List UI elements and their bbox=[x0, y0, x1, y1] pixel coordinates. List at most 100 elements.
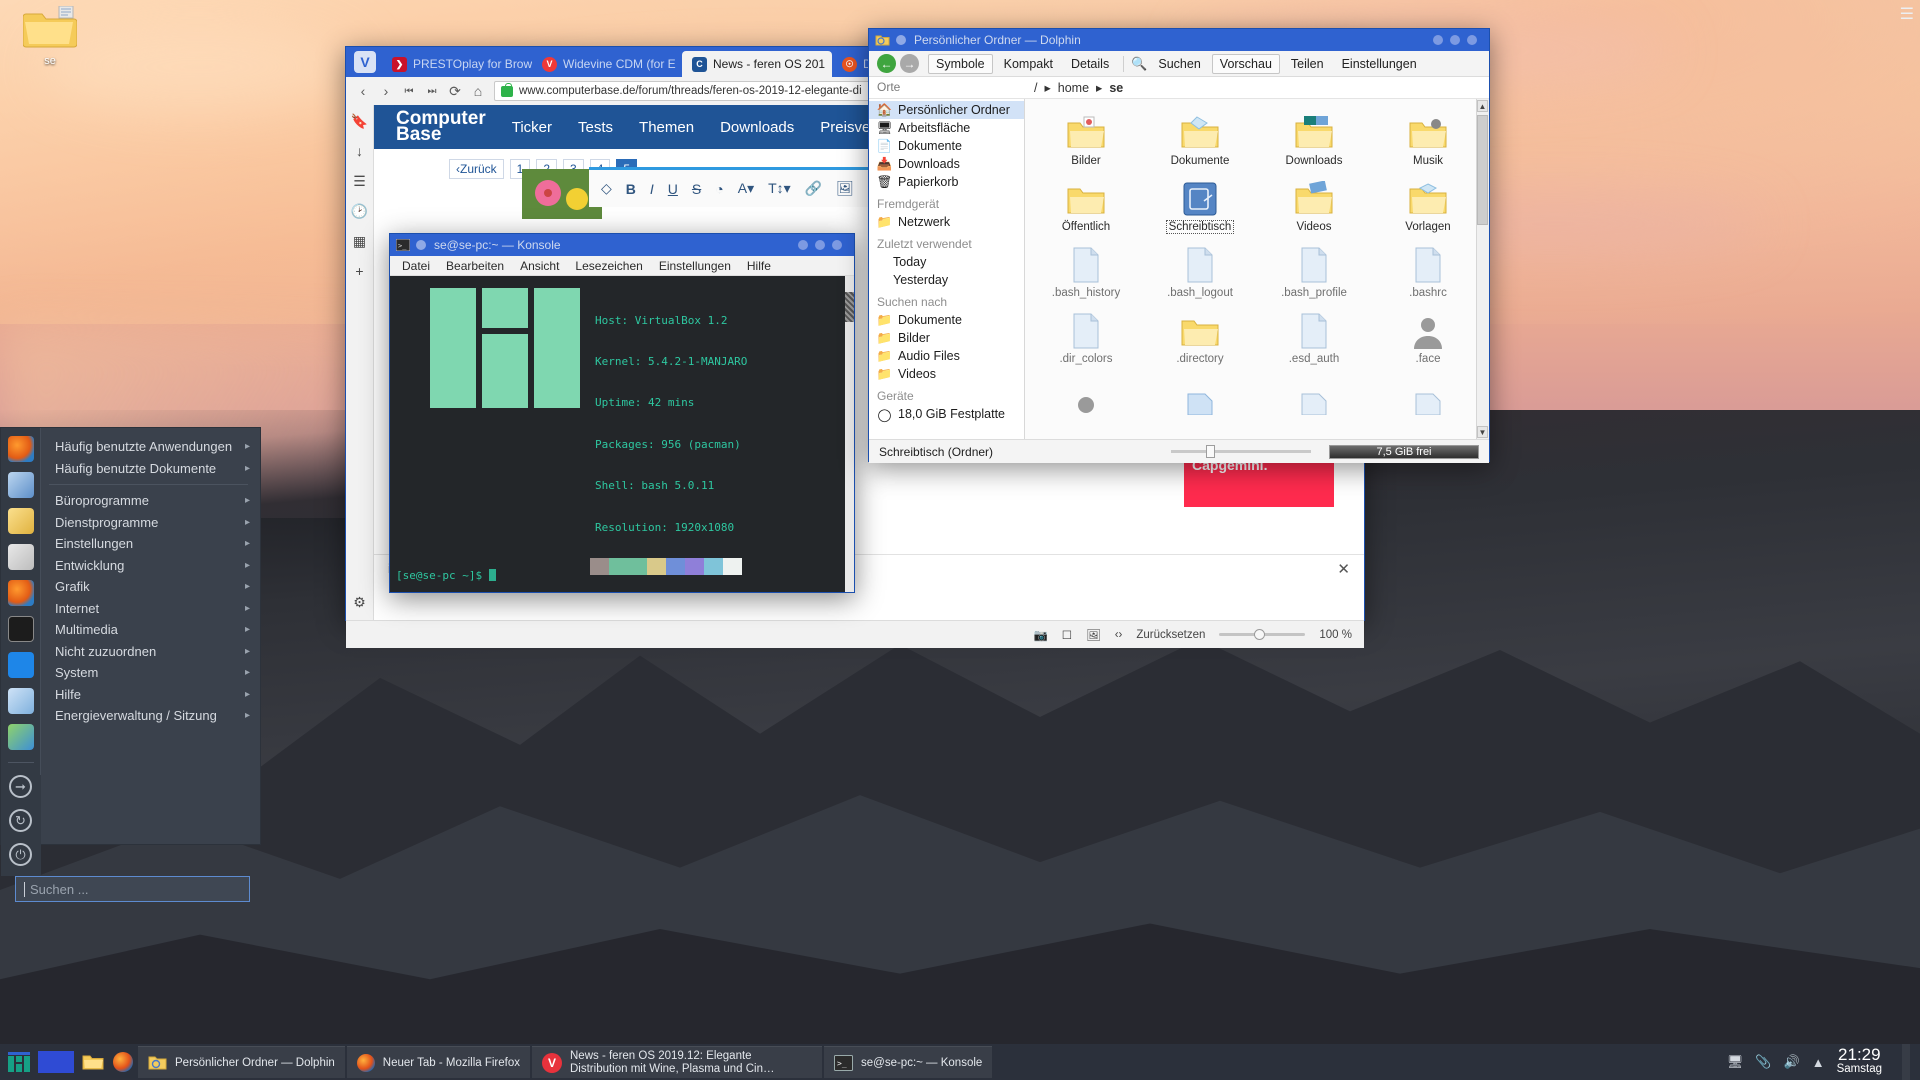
forward-button[interactable]: → bbox=[900, 54, 919, 73]
dolphin-titlebar[interactable]: Persönlicher Ordner — Dolphin bbox=[869, 29, 1489, 51]
erase-format-icon[interactable]: ◇ bbox=[601, 180, 612, 197]
search-button[interactable]: Suchen bbox=[1151, 55, 1207, 73]
terminal-scrollbar[interactable] bbox=[845, 276, 854, 592]
file-item[interactable]: Bilder bbox=[1029, 105, 1143, 171]
file-item[interactable]: .bash_profile bbox=[1257, 237, 1371, 303]
menu-item-system[interactable]: System ▸ bbox=[41, 662, 260, 684]
multimedia-icon[interactable] bbox=[7, 652, 34, 678]
file-item[interactable] bbox=[1143, 369, 1257, 434]
menu-hilfe[interactable]: Hilfe bbox=[747, 259, 771, 273]
dolphin-location-row[interactable]: Orte / ▸ home ▸ se bbox=[869, 77, 1489, 99]
power-icon[interactable] bbox=[7, 724, 34, 750]
code-icon[interactable]: ‹› bbox=[1115, 629, 1123, 641]
rewind-button[interactable]: ⏮ bbox=[402, 86, 416, 97]
menu-item-internet[interactable]: Internet ▸ bbox=[41, 598, 260, 620]
bookmark-icon[interactable]: 🔖 bbox=[351, 113, 368, 129]
file-item[interactable] bbox=[1371, 369, 1485, 434]
system-icon[interactable] bbox=[7, 688, 34, 714]
place-item-yesterday[interactable]: Yesterday bbox=[869, 271, 1024, 289]
task-konsole[interactable]: >_ se@se-pc:~ — Konsole bbox=[824, 1046, 993, 1078]
terminal-output-area[interactable]: Host: VirtualBox 1.2 Kernel: 5.4.2-1-MAN… bbox=[390, 276, 854, 592]
browser-tab-1[interactable]: V Widevine CDM (for E bbox=[532, 51, 682, 77]
task-vivaldi[interactable]: V News - feren OS 2019.12: Elegante Dist… bbox=[532, 1046, 822, 1078]
maximize-button[interactable] bbox=[815, 240, 825, 250]
back-button[interactable]: ‹ bbox=[356, 83, 370, 99]
site-logo[interactable]: Computer Base bbox=[396, 109, 486, 144]
site-nav-downloads[interactable]: Downloads bbox=[720, 119, 794, 136]
view-kompakt-button[interactable]: Kompakt bbox=[997, 55, 1060, 73]
file-item[interactable]: .bash_logout bbox=[1143, 237, 1257, 303]
maximize-button[interactable] bbox=[1450, 35, 1460, 45]
breadcrumb-current[interactable]: se bbox=[1109, 81, 1123, 95]
browser-statusbar[interactable]: 📷 ☐ 🖼 ‹› Zurücksetzen 100 % bbox=[346, 620, 1364, 648]
places-panel[interactable]: 🏠 Persönlicher Ordner 🖥 Arbeitsfläche 📄 … bbox=[869, 99, 1024, 439]
download-icon[interactable]: ↓ bbox=[352, 143, 368, 159]
file-item[interactable]: Musik bbox=[1371, 105, 1485, 171]
display-icon[interactable]: 🖥 bbox=[1727, 1054, 1744, 1070]
place-item-harddisk[interactable]: ◯ 18,0 GiB Festplatte bbox=[869, 405, 1024, 423]
notes-icon[interactable]: ☰ bbox=[352, 173, 368, 189]
search-icon[interactable]: 🔍 bbox=[1131, 56, 1147, 72]
close-button[interactable] bbox=[1467, 35, 1477, 45]
menu-item-power-session[interactable]: Energieverwaltung / Sitzung ▸ bbox=[41, 705, 260, 727]
menu-item-settings[interactable]: Einstellungen ▸ bbox=[41, 533, 260, 555]
place-item-search-videos[interactable]: 📁 Videos bbox=[869, 365, 1024, 383]
camera-icon[interactable]: 📷 bbox=[1033, 628, 1047, 642]
font-family-icon[interactable]: A▾ bbox=[738, 180, 754, 197]
task-firefox[interactable]: Neuer Tab - Mozilla Firefox bbox=[346, 1046, 530, 1078]
place-item-today[interactable]: Today bbox=[869, 253, 1024, 271]
underline-button[interactable]: U bbox=[668, 181, 678, 197]
bold-button[interactable]: B bbox=[626, 181, 636, 197]
strikethrough-button[interactable]: S bbox=[692, 181, 701, 197]
menu-item-frequent-docs[interactable]: Häufig benutzte Dokumente ▸ bbox=[41, 458, 260, 480]
file-item[interactable]: Dokumente bbox=[1143, 105, 1257, 171]
share-button[interactable]: Teilen bbox=[1284, 55, 1331, 73]
desktop-folder-icon[interactable]: se bbox=[22, 5, 78, 67]
link-icon[interactable]: 🔗 bbox=[805, 180, 822, 197]
preview-button[interactable]: Vorschau bbox=[1211, 53, 1280, 74]
menu-datei[interactable]: Datei bbox=[402, 259, 430, 273]
zoom-slider[interactable] bbox=[1219, 629, 1306, 640]
restart-icon[interactable]: ↻ bbox=[9, 809, 32, 832]
konsole-menubar[interactable]: Datei Bearbeiten Ansicht Lesezeichen Ein… bbox=[390, 256, 854, 276]
gear-icon[interactable]: ⚙ bbox=[352, 594, 368, 610]
place-item-home[interactable]: 🏠 Persönlicher Ordner bbox=[869, 101, 1024, 119]
develop-icon[interactable] bbox=[7, 544, 34, 570]
minimize-button[interactable] bbox=[798, 240, 808, 250]
home-button[interactable]: ⌂ bbox=[471, 83, 485, 99]
menu-ansicht[interactable]: Ansicht bbox=[520, 259, 559, 273]
place-item-search-audio[interactable]: 📁 Audio Files bbox=[869, 347, 1024, 365]
menu-item-graphics[interactable]: Grafik ▸ bbox=[41, 576, 260, 598]
file-item[interactable]: .bashrc bbox=[1371, 237, 1485, 303]
site-nav-tests[interactable]: Tests bbox=[578, 119, 613, 136]
browser-tab-2[interactable]: C News - feren OS 201 bbox=[682, 51, 832, 77]
breadcrumb[interactable]: / ▸ home ▸ se bbox=[1024, 77, 1489, 98]
file-item[interactable]: .dir_colors bbox=[1029, 303, 1143, 369]
terminal-scrollbar-thumb[interactable] bbox=[845, 292, 854, 322]
konsole-window[interactable]: >_ se@se-pc:~ — Konsole Datei Bearbeiten… bbox=[389, 233, 855, 593]
file-view-scrollbar[interactable]: ▲ ▼ bbox=[1476, 99, 1489, 439]
file-item[interactable]: .esd_auth bbox=[1257, 303, 1371, 369]
menu-item-help[interactable]: Hilfe ▸ bbox=[41, 684, 260, 706]
file-item[interactable] bbox=[1029, 369, 1143, 434]
file-grid-view[interactable]: Bilder Dokumente Downloads Musik Öffentl… bbox=[1024, 99, 1489, 439]
place-item-search-documents[interactable]: 📁 Dokumente bbox=[869, 311, 1024, 329]
icon-zoom-handle[interactable] bbox=[1206, 445, 1215, 458]
place-item-network[interactable]: 📁 Netzwerk bbox=[869, 213, 1024, 231]
site-nav-themen[interactable]: Themen bbox=[639, 119, 694, 136]
text-color-icon[interactable]: ◔ bbox=[715, 181, 723, 197]
file-item[interactable]: Videos bbox=[1257, 171, 1371, 237]
graphics-icon[interactable] bbox=[7, 580, 34, 606]
system-tray[interactable]: 🖥 📎 🔊 ▲ 21:29 Samstag bbox=[1727, 1044, 1920, 1080]
icon-zoom-slider[interactable] bbox=[1171, 445, 1311, 458]
window-icon[interactable]: ▦ bbox=[352, 233, 368, 249]
place-item-documents[interactable]: 📄 Dokumente bbox=[869, 137, 1024, 155]
launcher-firefox[interactable] bbox=[108, 1044, 138, 1080]
menu-item-frequent-apps[interactable]: Häufig benutzte Anwendungen ▸ bbox=[41, 436, 260, 458]
menu-item-utilities[interactable]: Dienstprogramme ▸ bbox=[41, 512, 260, 534]
menu-lesezeichen[interactable]: Lesezeichen bbox=[575, 259, 642, 273]
breadcrumb-home[interactable]: home bbox=[1058, 81, 1089, 95]
launcher-search-row[interactable]: Suchen ... bbox=[1, 876, 260, 902]
font-size-icon[interactable]: T↕▾ bbox=[768, 180, 791, 197]
scroll-down-icon[interactable]: ▼ bbox=[1477, 426, 1488, 438]
